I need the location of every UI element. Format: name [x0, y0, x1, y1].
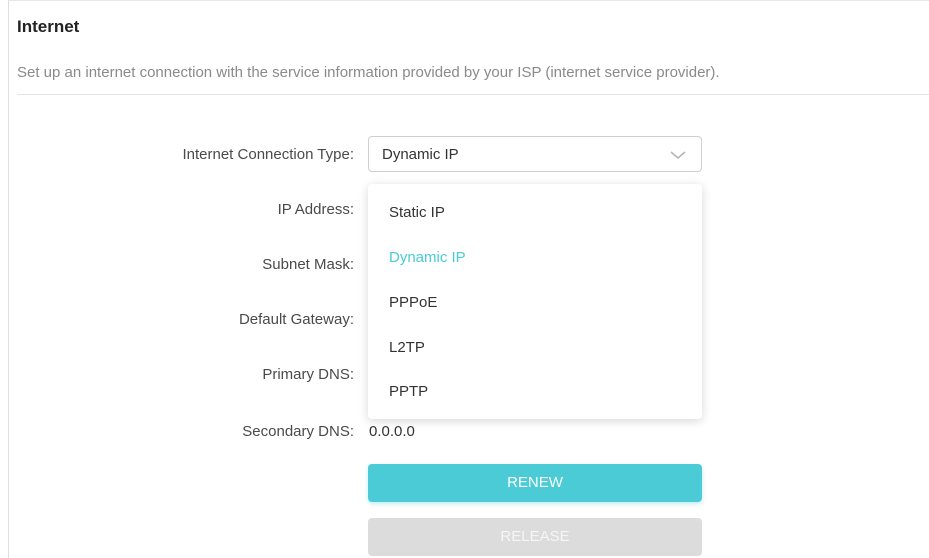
secondary-dns-value: 0.0.0.0 — [369, 423, 415, 440]
primary-dns-label: Primary DNS: — [262, 366, 354, 383]
dropdown-option-pptp[interactable]: PPTP — [389, 383, 428, 400]
section-description: Set up an internet connection with the s… — [17, 64, 720, 81]
chevron-down-icon — [670, 151, 686, 160]
panel-left-border — [8, 0, 9, 558]
dropdown-option-dynamic-ip[interactable]: Dynamic IP — [389, 249, 466, 266]
renew-button[interactable]: RENEW — [368, 464, 702, 502]
panel-top-border — [8, 0, 929, 1]
connection-type-label: Internet Connection Type: — [182, 146, 354, 163]
section-divider — [17, 94, 929, 95]
dropdown-option-l2tp[interactable]: L2TP — [389, 339, 425, 356]
connection-type-dropdown: Static IP Dynamic IP PPPoE L2TP PPTP — [368, 184, 702, 419]
connection-type-select[interactable]: Dynamic IP — [368, 136, 702, 172]
ip-address-label: IP Address: — [277, 201, 354, 218]
dropdown-option-pppoe[interactable]: PPPoE — [389, 294, 437, 311]
release-button[interactable]: RELEASE — [368, 518, 702, 556]
section-title: Internet — [17, 17, 80, 36]
secondary-dns-label: Secondary DNS: — [242, 423, 354, 440]
subnet-mask-label: Subnet Mask: — [262, 256, 354, 273]
connection-type-value: Dynamic IP — [382, 146, 459, 163]
default-gateway-label: Default Gateway: — [238, 311, 354, 328]
dropdown-option-static-ip[interactable]: Static IP — [389, 204, 445, 221]
